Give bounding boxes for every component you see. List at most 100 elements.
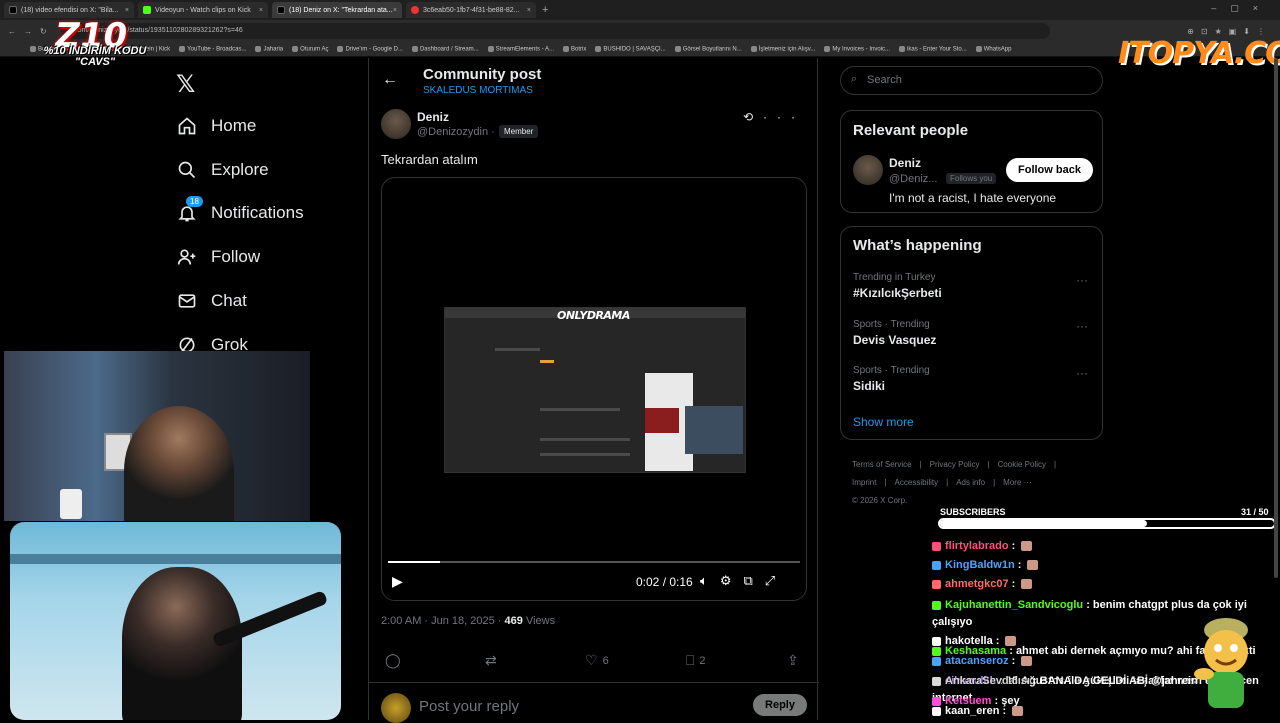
footer-link[interactable]: Privacy Policy bbox=[930, 460, 980, 469]
bookmark-item[interactable]: WhatsApp bbox=[975, 45, 1012, 53]
more-options-icon[interactable]: ··· bbox=[1076, 319, 1088, 333]
nav-explore[interactable]: Explore bbox=[176, 159, 269, 181]
chat-username[interactable]: kaan_eren bbox=[945, 705, 999, 717]
webcam-overlay-bottom bbox=[10, 522, 341, 720]
video-time: 0:02 / 0:16 bbox=[636, 575, 693, 589]
nav-follow[interactable]: Follow bbox=[176, 246, 260, 268]
chat-badge-icon bbox=[932, 706, 941, 716]
person-avatar[interactable] bbox=[853, 155, 883, 185]
bookmark-item[interactable]: Görsel Boyutlarını N... bbox=[674, 45, 742, 52]
author-avatar[interactable] bbox=[381, 109, 411, 139]
bookmark-item[interactable]: Botrix bbox=[563, 45, 586, 52]
show-more-link[interactable]: Show more bbox=[853, 415, 914, 429]
bookmark-item[interactable]: StreamElements - A... bbox=[487, 45, 554, 52]
bookmark-label: WhatsApp bbox=[983, 46, 1012, 53]
reply-button[interactable]: Reply bbox=[753, 694, 807, 716]
bookmark-action[interactable]: ⎕ 2 bbox=[686, 652, 706, 669]
x-logo-icon[interactable]: 𝕏 bbox=[176, 70, 195, 99]
scrollbar-thumb[interactable] bbox=[1274, 58, 1278, 578]
community-name[interactable]: SKALEDUS MORTIMAS bbox=[423, 85, 533, 96]
settings-icon[interactable]: ⚙ bbox=[720, 573, 744, 588]
video-control-icons: 🔈︎⚙⧉⤢ bbox=[700, 573, 787, 589]
window-controls[interactable]: –▢× bbox=[1211, 3, 1272, 14]
bookmark-item[interactable]: ikas - Enter Your Sto... bbox=[899, 45, 967, 52]
promo-code: "CAVS" bbox=[74, 56, 116, 68]
footer-link[interactable]: Terms of Service bbox=[852, 460, 912, 469]
nav-chat[interactable]: Chat bbox=[176, 290, 247, 312]
bookmark-favicon-icon bbox=[255, 45, 262, 52]
video-frame-thumbnail bbox=[645, 408, 679, 433]
footer-separator: | bbox=[987, 460, 990, 469]
close-tab-icon[interactable]: × bbox=[259, 7, 263, 14]
bookmark-item[interactable]: Oturum Aç bbox=[292, 45, 328, 52]
close-tab-icon[interactable]: × bbox=[125, 7, 129, 14]
footer-link[interactable]: More ··· bbox=[1003, 478, 1031, 487]
trend-item[interactable]: Trending in Turkey #KızılcıkŞerbeti bbox=[853, 272, 942, 300]
play-icon[interactable]: ▶ bbox=[392, 573, 403, 590]
trend-category: Trending in Turkey bbox=[853, 272, 936, 283]
navigation-icons[interactable]: ←→↻ bbox=[8, 27, 55, 36]
more-options-icon[interactable]: ··· bbox=[763, 110, 805, 124]
extension-icons[interactable]: ⊕⊡★▣⬇⋮ bbox=[1050, 27, 1280, 36]
volume-icon[interactable]: 🔈︎ bbox=[700, 573, 720, 588]
nav-home[interactable]: Home bbox=[176, 115, 256, 137]
browser-tab[interactable]: 3c6eab50-1fb7-4f31-be88-82... × bbox=[406, 2, 536, 18]
bookmark-item[interactable]: My Invoices - Invoic... bbox=[824, 45, 890, 52]
footer-link[interactable]: Accessibility bbox=[895, 478, 939, 487]
bookmark-item[interactable]: İşletmeniz için Alışv... bbox=[750, 45, 815, 52]
follow-back-button[interactable]: Follow back bbox=[1006, 158, 1093, 182]
chat-username[interactable]: ahmetgkc07 bbox=[945, 578, 1009, 590]
bookmark-favicon-icon bbox=[179, 45, 186, 52]
footer-link[interactable]: Imprint bbox=[852, 478, 876, 487]
like-action[interactable]: ♡ 6 bbox=[585, 652, 609, 669]
bookmark-item[interactable]: Dashboard / Stream... bbox=[411, 45, 479, 52]
browser-tab[interactable]: Videoyun - Watch clips on Kick × bbox=[138, 2, 268, 18]
page-scrollbar[interactable] bbox=[1272, 58, 1280, 578]
video-controls: ▶ 0:02 / 0:16 🔈︎⚙⧉⤢ bbox=[382, 573, 806, 593]
chat-username[interactable]: atacanseroz bbox=[945, 655, 1009, 667]
fullscreen-icon[interactable]: ⤢ bbox=[765, 573, 787, 588]
author-handle[interactable]: @Denizozydin · bbox=[417, 126, 495, 138]
trend-item[interactable]: Sports · Trending Sidiki bbox=[853, 365, 930, 393]
person-handle[interactable]: @Deniz... bbox=[889, 173, 937, 185]
bookmark-favicon-icon bbox=[292, 45, 299, 52]
chat-username[interactable]: AnkaraSevdalısı bbox=[945, 675, 1030, 687]
url-field[interactable]: x.com/Denizozydin/status/193511028028932… bbox=[60, 23, 1050, 39]
bookmark-item[interactable]: YouTube - Broadcas... bbox=[179, 45, 246, 52]
post-text: Tekrardan atalım bbox=[381, 152, 478, 167]
pip-icon[interactable]: ⧉ bbox=[743, 573, 764, 588]
chat-username[interactable]: flirtylabrado bbox=[945, 540, 1009, 552]
reply-action[interactable]: ◯ bbox=[385, 652, 406, 669]
emote-icon bbox=[1021, 579, 1033, 590]
video-progress-bar[interactable] bbox=[388, 561, 800, 563]
more-options-icon[interactable]: ··· bbox=[1076, 273, 1088, 287]
bookmark-item[interactable]: Drive'ım - Google D... bbox=[337, 45, 403, 52]
generic-favicon-icon bbox=[411, 6, 419, 14]
bookmark-item[interactable]: BUSHIDO | SAVAŞÇI... bbox=[595, 45, 666, 52]
more-options-icon[interactable]: ··· bbox=[1076, 366, 1088, 380]
video-player[interactable]: ONLYDRAMA ▶ 0:02 / 0:16 🔈︎⚙⧉⤢ bbox=[381, 177, 807, 601]
repost-action[interactable]: ⇄ bbox=[485, 652, 502, 669]
search-input[interactable]: ⌕ Search bbox=[840, 66, 1103, 95]
close-tab-icon[interactable]: × bbox=[527, 7, 531, 14]
subscribers-count: 31 / 50 bbox=[1241, 507, 1269, 517]
browser-tab-active[interactable]: (18) Deniz on X: "Tekrardan ata... × bbox=[272, 2, 402, 18]
video-frame: ONLYDRAMA bbox=[444, 307, 746, 473]
trend-item[interactable]: Sports · Trending Devis Vasquez bbox=[853, 319, 936, 347]
author-name[interactable]: Deniz bbox=[417, 110, 449, 124]
reply-input[interactable]: Post your reply bbox=[419, 698, 519, 715]
footer-link[interactable]: Ads info bbox=[956, 478, 985, 487]
grok-analyze-icon[interactable]: ⟲ bbox=[743, 110, 763, 124]
chat-username[interactable]: Kajuhanettin_Sandvicoglu bbox=[945, 599, 1083, 611]
emote-icon bbox=[1027, 560, 1039, 571]
share-action[interactable]: ⇪ bbox=[787, 652, 804, 669]
close-tab-icon[interactable]: × bbox=[393, 7, 397, 14]
chat-username[interactable]: KingBaldw1n bbox=[945, 559, 1015, 571]
footer-link[interactable]: Cookie Policy bbox=[998, 460, 1046, 469]
new-tab-icon[interactable]: + bbox=[542, 4, 548, 16]
person-name[interactable]: Deniz bbox=[889, 156, 921, 170]
back-arrow-icon[interactable]: ← bbox=[382, 71, 398, 89]
bookmark-item[interactable]: Jaharia bbox=[255, 45, 283, 52]
nav-notifications[interactable]: 18 Notifications bbox=[176, 196, 304, 224]
post-timestamp[interactable]: 2:00 AM · Jun 18, 2025 · bbox=[381, 615, 501, 627]
